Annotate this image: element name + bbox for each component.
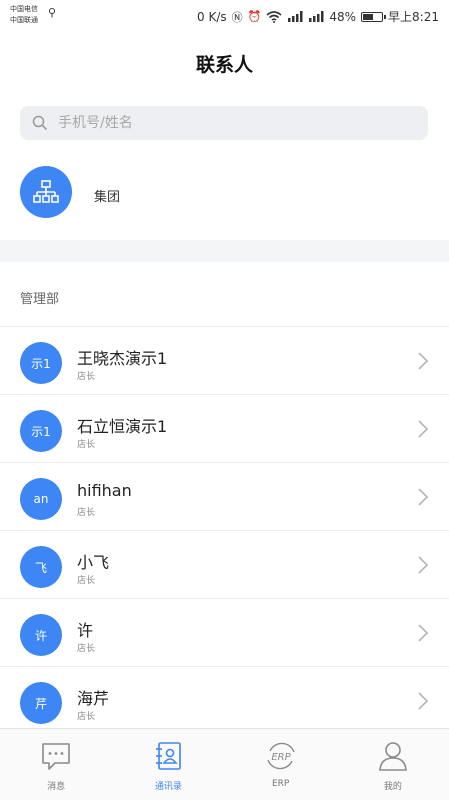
erp-icon: ERP: [266, 742, 295, 770]
tab-profile[interactable]: 我的: [337, 729, 449, 800]
contact-name: 海芹: [77, 689, 110, 708]
avatar: 芹: [20, 682, 62, 724]
wifi-icon: [266, 10, 282, 23]
group-label: 集团: [94, 190, 121, 205]
section-separator: [0, 240, 449, 262]
tab-label: 消息: [47, 782, 66, 792]
search-icon: [32, 115, 48, 131]
signal-icon-1: [288, 11, 303, 22]
battery-percent: 48%: [329, 9, 357, 24]
contact-row[interactable]: 示1 石立恒演示1 店长: [0, 395, 449, 463]
status-indicators: 0 K/s Ⓝ ⏰ 48% 早上8:21: [197, 8, 439, 25]
message-icon: [42, 743, 70, 770]
carrier-2: 中国联通: [10, 16, 38, 24]
tab-contacts[interactable]: 通讯录: [112, 729, 224, 800]
search-input[interactable]: [58, 115, 398, 131]
nfc-icon: Ⓝ: [231, 10, 243, 24]
contact-name: 石立恒演示1: [77, 417, 168, 436]
avatar: 示1: [20, 342, 62, 384]
tab-label: 通讯录: [154, 782, 182, 792]
contact-name: 小飞: [77, 553, 110, 572]
signal-icon-2: [309, 11, 324, 22]
chevron-right-icon: [418, 692, 429, 710]
contact-row[interactable]: an hifihan 店长: [0, 463, 449, 531]
contact-row[interactable]: 许 许 店长: [0, 599, 449, 667]
bottom-tab-bar: 消息 通讯录 ERP ERP 我的: [0, 728, 449, 800]
carrier-info: 中国电信 中国联通: [10, 4, 38, 26]
contact-role: 店长: [77, 576, 96, 586]
page-title: 联系人: [195, 54, 253, 76]
network-speed: 0 K/s: [197, 9, 227, 24]
svg-text:ERP: ERP: [271, 752, 291, 763]
tab-label: 我的: [383, 782, 402, 792]
contacts-icon: [156, 742, 182, 770]
contact-row[interactable]: 示1 王晓杰演示1 店长: [0, 327, 449, 395]
alarm-icon: ⏰: [247, 10, 262, 23]
profile-icon: [379, 742, 407, 771]
tab-erp[interactable]: ERP ERP: [225, 729, 337, 800]
contact-name: 许: [77, 621, 94, 640]
contact-name: hifihan: [77, 481, 132, 500]
contact-role: 店长: [77, 372, 96, 382]
contact-role: 店长: [77, 712, 96, 722]
group-entry[interactable]: 集团: [0, 164, 449, 224]
chevron-right-icon: [418, 420, 429, 438]
chevron-right-icon: [418, 556, 429, 574]
contact-list: 示1 王晓杰演示1 店长 示1 石立恒演示1 店长 an hifihan 店长 …: [0, 327, 449, 735]
chevron-right-icon: [418, 352, 429, 370]
contact-role: 店长: [77, 440, 96, 450]
tab-label: ERP: [271, 779, 290, 789]
avatar: an: [20, 478, 62, 520]
department-title: 管理部: [20, 292, 60, 307]
clock: 早上8:21: [388, 10, 439, 24]
chevron-right-icon: [418, 488, 429, 506]
contact-row[interactable]: 飞 小飞 店长: [0, 531, 449, 599]
avatar: 许: [20, 614, 62, 656]
contact-row[interactable]: 芹 海芹 店长: [0, 667, 449, 735]
usb-icon: ⚲: [48, 6, 57, 19]
status-bar: 中国电信 中国联通 ⚲ 0 K/s Ⓝ ⏰ 48% 早上8:21: [0, 0, 449, 34]
org-chart-icon: [20, 166, 72, 218]
avatar: 示1: [20, 410, 62, 452]
tab-messages[interactable]: 消息: [0, 729, 112, 800]
carrier-1: 中国电信: [10, 5, 38, 13]
search-bar[interactable]: [20, 106, 428, 140]
contact-name: 王晓杰演示1: [77, 349, 168, 368]
chevron-right-icon: [418, 624, 429, 642]
contact-role: 店长: [77, 508, 96, 518]
avatar: 飞: [20, 546, 62, 588]
battery-icon: [361, 11, 387, 22]
contact-role: 店长: [77, 644, 96, 654]
